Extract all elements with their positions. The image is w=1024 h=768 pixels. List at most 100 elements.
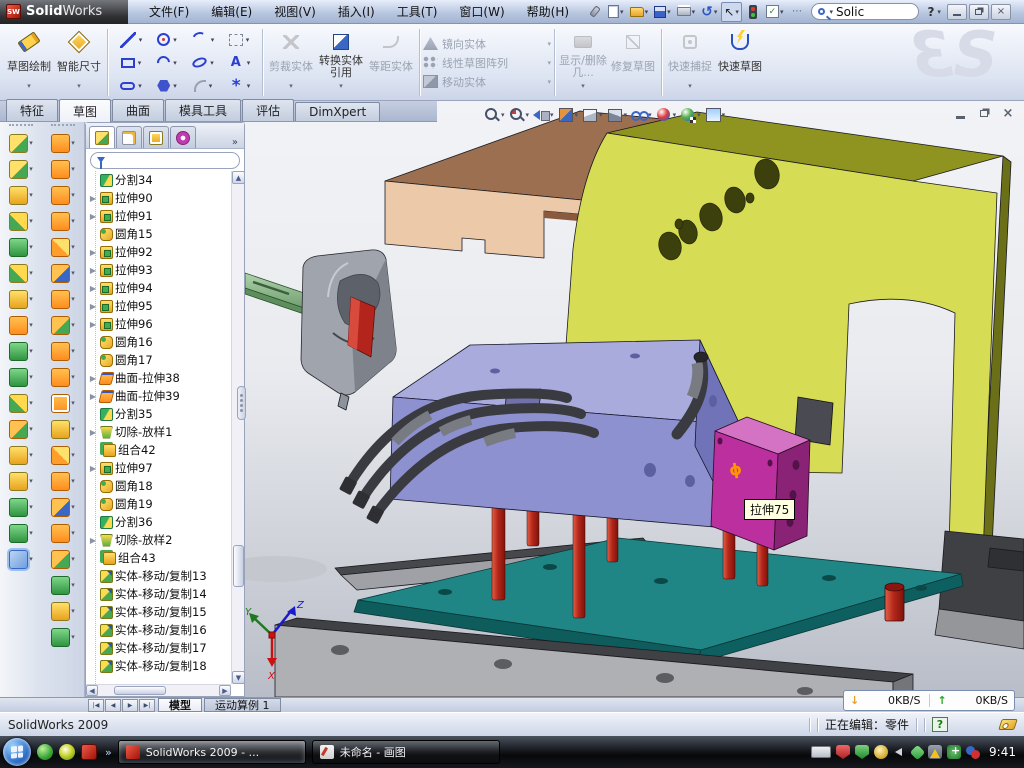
tree-item[interactable]: ▶ 拉伸91: [88, 207, 244, 225]
dropdown-arrow-icon[interactable]: ▾: [575, 111, 579, 119]
dropdown-arrow-icon[interactable]: ▾: [71, 555, 75, 563]
dropdown-arrow-icon[interactable]: ▾: [246, 36, 250, 44]
dropdown-arrow-icon[interactable]: ▾: [247, 59, 251, 67]
sketch-button[interactable]: 草图绘制▾: [4, 27, 54, 98]
surface-tool-button[interactable]: ▾: [51, 546, 75, 572]
dropdown-arrow-icon[interactable]: ▾: [501, 111, 505, 119]
tree-filter-input[interactable]: [90, 152, 240, 169]
command-tab[interactable]: 评估: [242, 99, 294, 121]
dropdown-arrow-icon[interactable]: ▾: [71, 633, 75, 641]
command-tab[interactable]: 模具工具: [165, 99, 241, 121]
toolbar-grip[interactable]: [51, 124, 75, 127]
dropdown-arrow-icon[interactable]: ▾: [71, 607, 75, 615]
panel-overflow-chevron[interactable]: »: [228, 137, 242, 148]
open-button[interactable]: ▾: [628, 2, 651, 22]
model-tab[interactable]: 模型: [158, 698, 202, 712]
pattern-tool-button[interactable]: 线性草图阵列 ▾: [423, 55, 551, 71]
tree-item[interactable]: ▶ 拉伸94: [88, 279, 244, 297]
dropdown-arrow-icon[interactable]: ▾: [547, 59, 551, 67]
dropdown-arrow-icon[interactable]: ▾: [211, 36, 215, 44]
feature-tool-button[interactable]: ▾: [9, 182, 33, 208]
doc-close-button[interactable]: ×: [1000, 106, 1016, 120]
tree-item[interactable]: ▶ 实体-移动/复制18: [88, 657, 244, 675]
rebuild-button[interactable]: [744, 2, 762, 22]
feature-tool-button[interactable]: ▾: [9, 130, 33, 156]
dropdown-arrow-icon[interactable]: ▾: [599, 111, 603, 119]
sketch-entity-button[interactable]: ▾: [185, 28, 221, 51]
dropdown-arrow-icon[interactable]: ▾: [29, 139, 33, 147]
dropdown-arrow-icon[interactable]: ▾: [29, 191, 33, 199]
tree-item[interactable]: ▶ 圆角17: [88, 351, 244, 369]
command-tab[interactable]: DimXpert: [295, 102, 380, 121]
surface-tool-button[interactable]: ▾: [51, 260, 75, 286]
feature-tool-button[interactable]: ▾: [9, 520, 33, 546]
close-button[interactable]: ×: [991, 4, 1011, 20]
doc-restore-button[interactable]: [976, 106, 992, 120]
surface-tool-button[interactable]: ▾: [51, 572, 75, 598]
new-document-button[interactable]: ▾: [606, 2, 626, 22]
dropdown-arrow-icon[interactable]: ▾: [29, 165, 33, 173]
model-tab[interactable]: 运动算例 1: [204, 698, 281, 712]
rapid-sketch-button[interactable]: 快速草图: [715, 27, 765, 98]
toolbar-grip[interactable]: [9, 124, 33, 127]
scroll-down-button[interactable]: ▼: [232, 671, 244, 684]
dropdown-arrow-icon[interactable]: ▾: [71, 477, 75, 485]
dropdown-arrow-icon[interactable]: ▾: [138, 59, 142, 67]
smart-dimension-button[interactable]: 智能尺寸▾: [54, 27, 104, 98]
surface-tool-button[interactable]: ▾: [51, 208, 75, 234]
expand-arrow-icon[interactable]: ▶: [88, 374, 98, 383]
tree-item[interactable]: ▶ 切除-放样1: [88, 423, 244, 441]
feature-tool-button[interactable]: ▾: [9, 234, 33, 260]
view-tool-button[interactable]: ▾: [532, 106, 554, 123]
tray-icon[interactable]: [874, 745, 888, 759]
dropdown-arrow-icon[interactable]: ▾: [210, 59, 214, 67]
dropdown-arrow-icon[interactable]: ▾: [77, 80, 81, 92]
tree-vertical-scrollbar[interactable]: ▲ ▼: [231, 171, 244, 684]
dropdown-arrow-icon[interactable]: ▾: [29, 295, 33, 303]
trim-entities-button[interactable]: 剪裁实体▾: [266, 27, 316, 98]
command-tab[interactable]: 特征: [6, 99, 58, 121]
tray-icon[interactable]: [947, 745, 961, 759]
dropdown-arrow-icon[interactable]: ▾: [673, 111, 677, 119]
tree-item[interactable]: ▶ 实体-移动/复制16: [88, 621, 244, 639]
tab-scroll-prev-button[interactable]: ◀: [105, 699, 121, 712]
surface-tool-button[interactable]: ▾: [51, 468, 75, 494]
menu-item[interactable]: 窗口(W): [448, 0, 515, 23]
scroll-right-button[interactable]: ▶: [219, 685, 231, 696]
minimize-button[interactable]: [947, 4, 967, 20]
surface-tool-button[interactable]: ▾: [51, 234, 75, 260]
tree-item[interactable]: ▶ 拉伸92: [88, 243, 244, 261]
surface-tool-button[interactable]: ▾: [51, 416, 75, 442]
scrollbar-thumb[interactable]: [114, 686, 166, 695]
dropdown-arrow-icon[interactable]: ▾: [71, 165, 75, 173]
dropdown-arrow-icon[interactable]: ▾: [29, 269, 33, 277]
offset-entities-button[interactable]: 等距实体: [366, 27, 416, 98]
tab-scroll-next-button[interactable]: ▶: [122, 699, 138, 712]
sketch-entity-button[interactable]: ▾: [221, 74, 257, 97]
tree-item[interactable]: ▶ 实体-移动/复制17: [88, 639, 244, 657]
surface-tool-button[interactable]: ▾: [51, 520, 75, 546]
tab-scroll-last-button[interactable]: ▶|: [139, 699, 155, 712]
convert-entities-button[interactable]: 转换实体引用▾: [316, 27, 366, 98]
pattern-tool-button[interactable]: 镜向实体 ▾: [423, 36, 551, 52]
print-button[interactable]: ▾: [675, 2, 698, 22]
tree-item[interactable]: ▶ 拉伸90: [88, 189, 244, 207]
surface-tool-button[interactable]: ▾: [51, 182, 75, 208]
tree-item[interactable]: ▶ 实体-移动/复制15: [88, 603, 244, 621]
tray-icon[interactable]: [855, 745, 869, 759]
surface-tool-button[interactable]: ▾: [51, 390, 75, 416]
scroll-left-button[interactable]: ◀: [86, 685, 98, 696]
tree-item[interactable]: ▶ 曲面-拉伸39: [88, 387, 244, 405]
tree-item[interactable]: ▶ 分割35: [88, 405, 244, 423]
view-tool-button[interactable]: ▾: [630, 106, 652, 123]
tree-horizontal-scrollbar[interactable]: ◀ ▶: [86, 684, 231, 696]
tree-item[interactable]: ▶ 实体-移动/复制14: [88, 585, 244, 603]
help-dropdown-icon[interactable]: ▾: [937, 8, 941, 16]
expand-arrow-icon[interactable]: ▶: [88, 536, 98, 545]
dropdown-arrow-icon[interactable]: ▾: [139, 36, 143, 44]
dimxpert-manager-tab[interactable]: [170, 126, 196, 148]
tree-item[interactable]: ▶ 分割36: [88, 513, 244, 531]
doc-minimize-button[interactable]: [952, 106, 968, 120]
surface-tool-button[interactable]: ▾: [51, 494, 75, 520]
dropdown-arrow-icon[interactable]: ▾: [29, 399, 33, 407]
